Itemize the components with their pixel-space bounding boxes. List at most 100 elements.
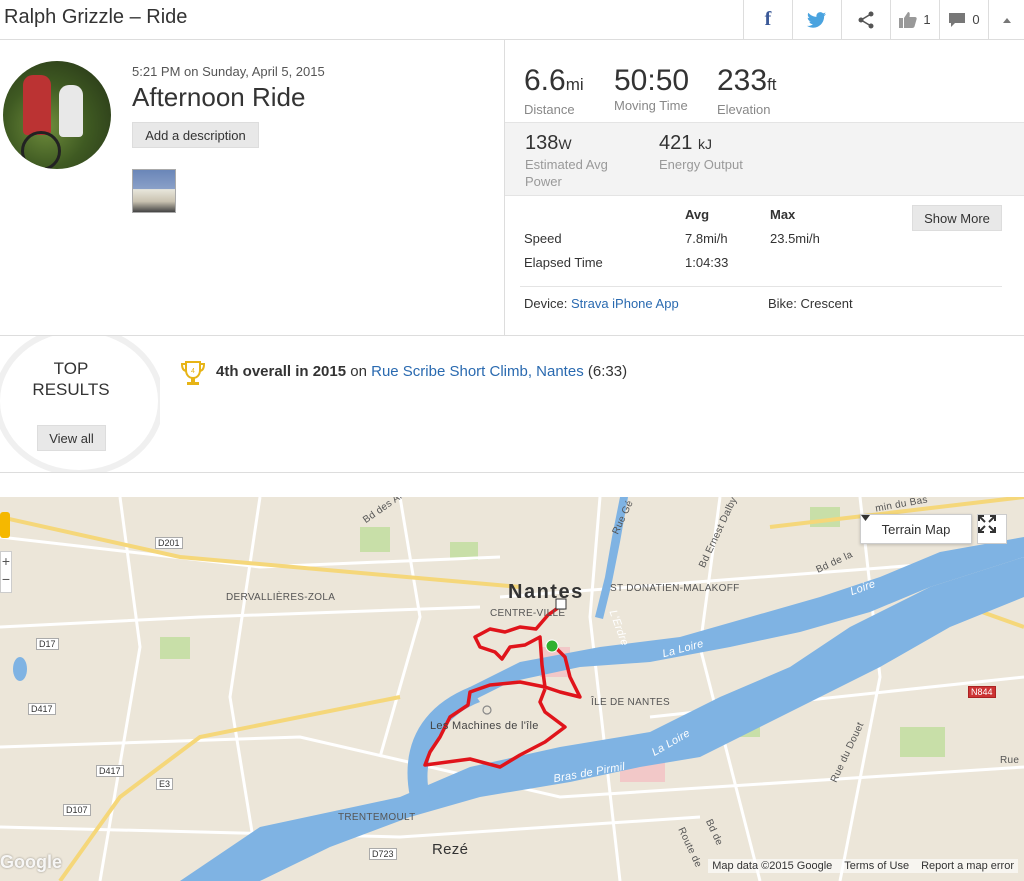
report-error-link[interactable]: Report a map error xyxy=(921,860,1014,872)
show-more-button[interactable]: Show More xyxy=(912,205,1002,231)
twitter-icon xyxy=(807,11,826,28)
share-icon xyxy=(858,11,874,28)
activity-photo-thumbnail[interactable] xyxy=(132,169,176,213)
poi-marker xyxy=(482,705,492,715)
lake xyxy=(13,657,27,681)
map-canvas xyxy=(0,497,1024,881)
distance-label: Distance xyxy=(524,102,575,117)
activity-header: Ralph Grizzle – Ride f 1 0 xyxy=(0,0,1024,40)
comments-count: 0 xyxy=(972,12,980,27)
route-map[interactable]: + − Nantes CENTRE-VILLE ST DONATIEN-MALAK… xyxy=(0,497,1024,881)
add-description-button[interactable]: Add a description xyxy=(132,122,259,148)
trophy-icon: 4 xyxy=(180,361,206,385)
header-actions: f 1 0 xyxy=(743,0,1024,39)
map-type-selector[interactable]: Terrain Map xyxy=(860,514,972,544)
activity-date: 5:21 PM on Sunday, April 5, 2015 xyxy=(132,64,325,79)
bike-info: Bike: Crescent xyxy=(768,296,853,311)
fullscreen-button[interactable] xyxy=(977,514,1007,544)
terms-link[interactable]: Terms of Use xyxy=(844,860,909,872)
bike-label: Bike: xyxy=(768,296,797,311)
road-shield-n844: N844 xyxy=(968,686,996,698)
zoom-control[interactable]: + − xyxy=(0,551,12,593)
map-label-dervallieres: DERVALLIÈRES-ZOLA xyxy=(226,592,336,603)
route-start-marker xyxy=(545,639,559,653)
map-data-credit: Map data ©2015 Google xyxy=(712,860,833,872)
top-results-title-line2: RESULTS xyxy=(32,380,110,399)
device-link[interactable]: Strava iPhone App xyxy=(571,296,679,311)
achievement-text: 4th overall in 2015 xyxy=(216,363,347,380)
comments-button[interactable]: 0 xyxy=(939,0,988,39)
facebook-share-button[interactable]: f xyxy=(743,0,792,39)
energy-unit: kJ xyxy=(697,136,712,152)
avatar-figure xyxy=(23,75,51,135)
section-divider xyxy=(0,472,1024,473)
map-label-nantes: Nantes xyxy=(508,581,584,603)
distance-stat: 6.6mi Distance xyxy=(524,64,584,118)
map-label-ile-de-nantes: ÎLE DE NANTES xyxy=(591,697,670,708)
page-title: Ralph Grizzle – Ride xyxy=(4,6,188,28)
map-label-rue: Rue xyxy=(1000,755,1020,766)
road-shield-d201: D201 xyxy=(155,537,183,549)
road-shield-d417: D417 xyxy=(96,765,124,777)
road-shield-d723: D723 xyxy=(369,848,397,860)
segment-link[interactable]: Rue Scribe Short Climb, Nantes xyxy=(371,363,584,380)
road-shield-d17: D17 xyxy=(36,638,59,650)
collapse-button[interactable] xyxy=(988,0,1024,39)
map-label-machines: Les Machines de l'île xyxy=(430,720,539,732)
map-label-reze: Rezé xyxy=(432,841,469,858)
fullscreen-icon xyxy=(978,515,996,533)
map-label-centre-ville: CENTRE-VILLE xyxy=(490,608,566,619)
map-label-st-donatien: ST DONATIEN-MALAKOFF xyxy=(610,583,740,594)
avatar-wheel xyxy=(21,131,61,169)
park-area xyxy=(900,727,945,757)
kudos-button[interactable]: 1 xyxy=(890,0,939,39)
moving-time-value: 50:50 xyxy=(614,64,690,97)
share-button[interactable] xyxy=(841,0,890,39)
map-label-trentemoult: TRENTEMOULT xyxy=(338,812,416,823)
power-stat: 138W Estimated Avg Power xyxy=(525,132,608,189)
map-type-label: Terrain Map xyxy=(881,521,951,537)
park-area xyxy=(360,527,390,552)
elevation-label: Elevation xyxy=(717,102,771,117)
road-shield-d107: D107 xyxy=(63,804,91,816)
device-label: Device: xyxy=(524,296,568,311)
energy-label: Energy Output xyxy=(659,157,743,172)
elevation-stat: 233ft Elevation xyxy=(717,64,777,118)
park-area xyxy=(810,507,840,527)
achievement-on: on xyxy=(350,363,367,380)
roads xyxy=(0,497,1024,881)
distance-unit: mi xyxy=(565,75,584,94)
facebook-icon: f xyxy=(764,8,772,30)
divider xyxy=(520,286,1002,287)
power-value: 138 xyxy=(525,132,559,154)
caret-down-icon xyxy=(861,515,870,521)
map-attribution: Map data ©2015 Google Terms of Use Repor… xyxy=(708,859,1018,873)
speed-label: Speed xyxy=(524,231,562,246)
road-shield-d417: D417 xyxy=(28,703,56,715)
athlete-avatar[interactable] xyxy=(3,61,111,169)
view-all-button[interactable]: View all xyxy=(37,425,106,451)
kudos-count: 1 xyxy=(923,12,931,27)
comment-icon xyxy=(949,12,966,27)
moving-time-label: Moving Time xyxy=(614,98,688,113)
energy-value: 421 xyxy=(659,132,693,154)
energy-stat: 421 kJ Energy Output xyxy=(659,132,743,172)
top-result-item: 4th overall in 2015 on Rue Scribe Short … xyxy=(216,363,627,380)
elapsed-time-avg: 1:04:33 xyxy=(685,255,729,270)
elevation-value: 233 xyxy=(717,64,768,97)
elapsed-time-label: Elapsed Time xyxy=(524,255,603,270)
distance-value: 6.6 xyxy=(524,64,566,97)
moving-time-stat: 50:50 Moving Time xyxy=(614,64,690,114)
top-results-title-line1: TOP xyxy=(53,359,89,378)
elevation-unit: ft xyxy=(767,75,777,94)
top-results-title: TOP RESULTS xyxy=(20,358,122,400)
twitter-share-button[interactable] xyxy=(792,0,841,39)
laurel-decoration xyxy=(0,336,160,472)
chevron-up-icon xyxy=(1002,17,1011,23)
avatar-figure xyxy=(59,85,83,137)
power-unit: W xyxy=(558,136,572,152)
activity-title[interactable]: Afternoon Ride xyxy=(132,82,305,113)
avg-column-header: Avg xyxy=(685,207,710,222)
device-info: Device: Strava iPhone App xyxy=(524,296,679,311)
street-view-pegman[interactable] xyxy=(0,512,10,538)
